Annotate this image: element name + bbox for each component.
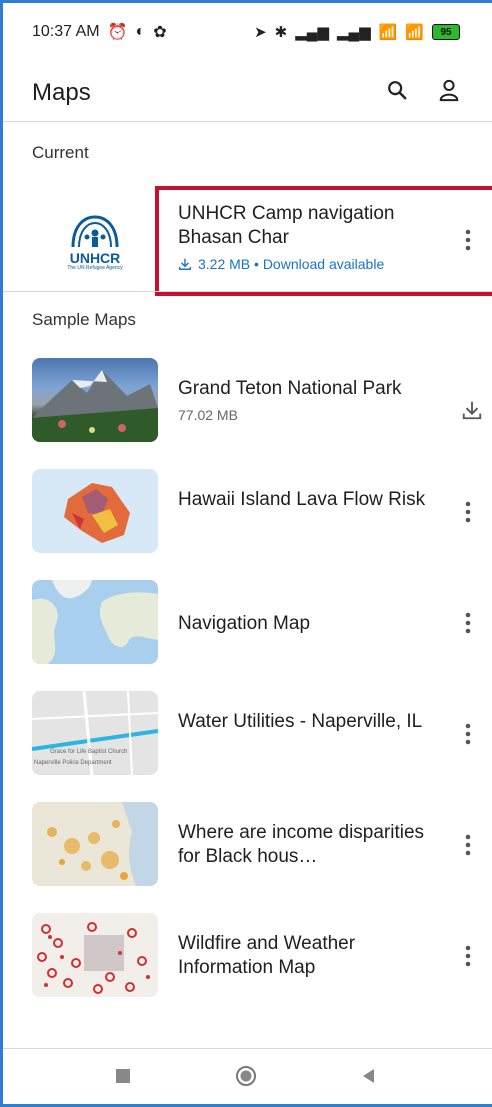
- download-small-icon: [179, 258, 191, 270]
- list-item-size: 77.02 MB: [178, 407, 238, 423]
- section-sample-label: Sample Maps: [32, 310, 136, 329]
- map-thumbnail: [32, 580, 158, 664]
- more-vert-icon[interactable]: [456, 825, 480, 865]
- signal-icon: ▂▄▆: [336, 24, 371, 41]
- unhcr-logo-subtext: The UN Refugee Agency: [67, 265, 123, 271]
- status-bar: 10:37 AM ⏰ ◐ ✿ ➤ ✱ ▂▄▆ ▂▄▆ 📶 📶 95: [0, 0, 492, 64]
- unhcr-logo: UNHCR The UN Refugee Agency: [32, 199, 158, 283]
- more-vert-icon[interactable]: [456, 936, 480, 976]
- location-arrow-icon: ➤: [254, 24, 267, 41]
- list-item[interactable]: Grace for Life Baptist Church Naperville…: [0, 678, 492, 788]
- recents-nav-icon[interactable]: [115, 1068, 131, 1089]
- map-thumbnail: [32, 358, 158, 442]
- list-item[interactable]: Grand Teton National Park 77.02 MB: [0, 345, 492, 455]
- map-thumbnail: [32, 913, 158, 997]
- wifi-icon: 📶: [378, 24, 398, 41]
- current-map-size: 3.22 MB • Download available: [198, 256, 385, 272]
- account-icon[interactable]: [438, 78, 460, 107]
- divider: [0, 291, 492, 292]
- list-item-title: Wildfire and Weather Information Map: [178, 933, 356, 978]
- unhcr-logo-text: UNHCR: [69, 250, 121, 266]
- alarm-icon: ⏰: [107, 24, 128, 41]
- list-item[interactable]: Hawaii Island Lava Flow Risk: [0, 456, 492, 566]
- list-item-title: Navigation Map: [178, 613, 311, 634]
- more-vert-icon[interactable]: [456, 220, 480, 260]
- current-map-row[interactable]: UNHCR The UN Refugee Agency UNHCR Camp n…: [0, 186, 492, 296]
- list-item-title: Grand Teton National Park: [178, 378, 402, 399]
- bluetooth-icon: ✱: [274, 24, 288, 41]
- search-icon[interactable]: [386, 79, 408, 106]
- list-item[interactable]: Wildfire and Weather Information Map: [0, 900, 492, 1010]
- more-vert-icon[interactable]: [456, 603, 480, 643]
- map-thumb-label: Grace for Life Baptist Church: [50, 749, 128, 755]
- page-title: Maps: [32, 78, 91, 106]
- download-icon[interactable]: [460, 390, 484, 430]
- wifi-icon: 📶: [405, 24, 424, 41]
- map-thumb-label: Naperville Police Department: [34, 760, 112, 766]
- settings-gear-icon: ✿: [153, 24, 167, 41]
- status-time: 10:37 AM: [32, 23, 100, 40]
- list-item-title: Hawaii Island Lava Flow Risk: [178, 489, 426, 510]
- app-bar: Maps: [0, 64, 492, 122]
- data-saver-icon: ◐: [135, 23, 146, 40]
- list-item[interactable]: Where are income disparities for Black h…: [0, 789, 492, 899]
- list-item-title: Water Utilities - Naperville, IL: [178, 711, 423, 732]
- more-vert-icon[interactable]: [456, 492, 480, 532]
- more-vert-icon[interactable]: [456, 714, 480, 754]
- list-item[interactable]: Navigation Map: [0, 567, 492, 677]
- map-thumbnail: Grace for Life Baptist Church Naperville…: [32, 691, 158, 775]
- list-item-title: Where are income disparities for Black h…: [178, 822, 425, 867]
- battery-icon: 95: [432, 24, 460, 40]
- system-nav-bar: [0, 1048, 492, 1107]
- section-current-label: Current: [32, 143, 89, 162]
- back-nav-icon[interactable]: [361, 1068, 377, 1089]
- current-map-title: UNHCR Camp navigation Bhasan Char: [178, 203, 395, 248]
- map-thumbnail: [32, 469, 158, 553]
- map-thumbnail: [32, 802, 158, 886]
- signal-icon: ▂▄▆: [295, 24, 329, 41]
- home-nav-icon[interactable]: [235, 1065, 257, 1092]
